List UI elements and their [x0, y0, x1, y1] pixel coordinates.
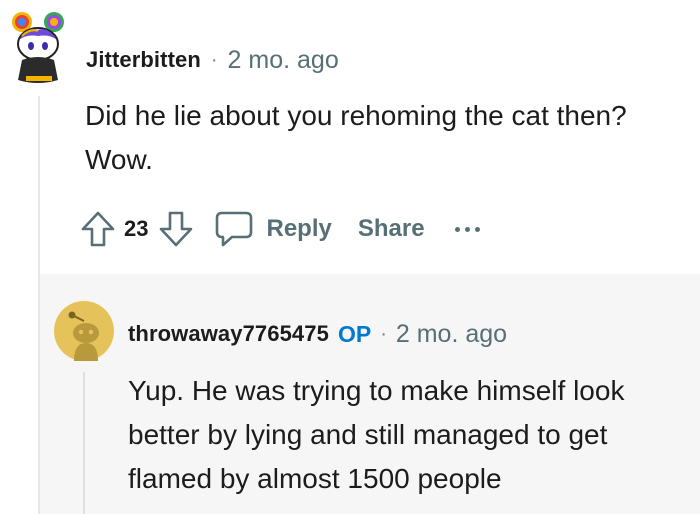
downvote-button[interactable] — [158, 209, 194, 249]
upvote-arrow-icon — [81, 211, 115, 247]
separator-dot: · — [210, 48, 218, 71]
snoo-avatar-icon — [54, 301, 114, 361]
separator-dot: · — [380, 322, 387, 345]
ellipsis-icon — [474, 226, 480, 232]
vote-count: 23 — [124, 216, 149, 241]
reply-body: Yup. He was trying to make himself look … — [128, 375, 625, 494]
timestamp[interactable]: 2 mo. ago — [228, 46, 339, 75]
username-link[interactable]: Jitterbitten — [86, 47, 201, 73]
avatar[interactable] — [54, 301, 114, 361]
thread-line[interactable] — [83, 372, 85, 514]
reply-label: Reply — [266, 215, 332, 242]
more-options-button[interactable] — [454, 226, 480, 232]
comment-header: Jitterbitten · 2 mo. ago — [86, 44, 339, 76]
timestamp[interactable]: 2 mo. ago — [396, 320, 507, 349]
snoo-avatar-icon — [12, 12, 64, 83]
upvote-button[interactable] — [80, 209, 116, 249]
ellipsis-icon — [454, 226, 460, 232]
speech-bubble-icon — [216, 211, 253, 247]
reply-button[interactable]: Reply — [214, 210, 332, 248]
comment-actions: 23 Reply Share — [80, 208, 480, 250]
comment-body: Did he lie about you rehoming the cat th… — [85, 100, 627, 175]
share-button[interactable]: Share — [358, 215, 425, 243]
downvote-arrow-icon — [160, 211, 193, 247]
reply-header: throwaway7765475 OP · 2 mo. ago — [128, 318, 507, 350]
avatar[interactable] — [10, 10, 72, 88]
ellipsis-icon — [464, 226, 470, 232]
op-badge: OP — [337, 320, 372, 347]
username-link[interactable]: throwaway7765475 — [128, 321, 329, 347]
